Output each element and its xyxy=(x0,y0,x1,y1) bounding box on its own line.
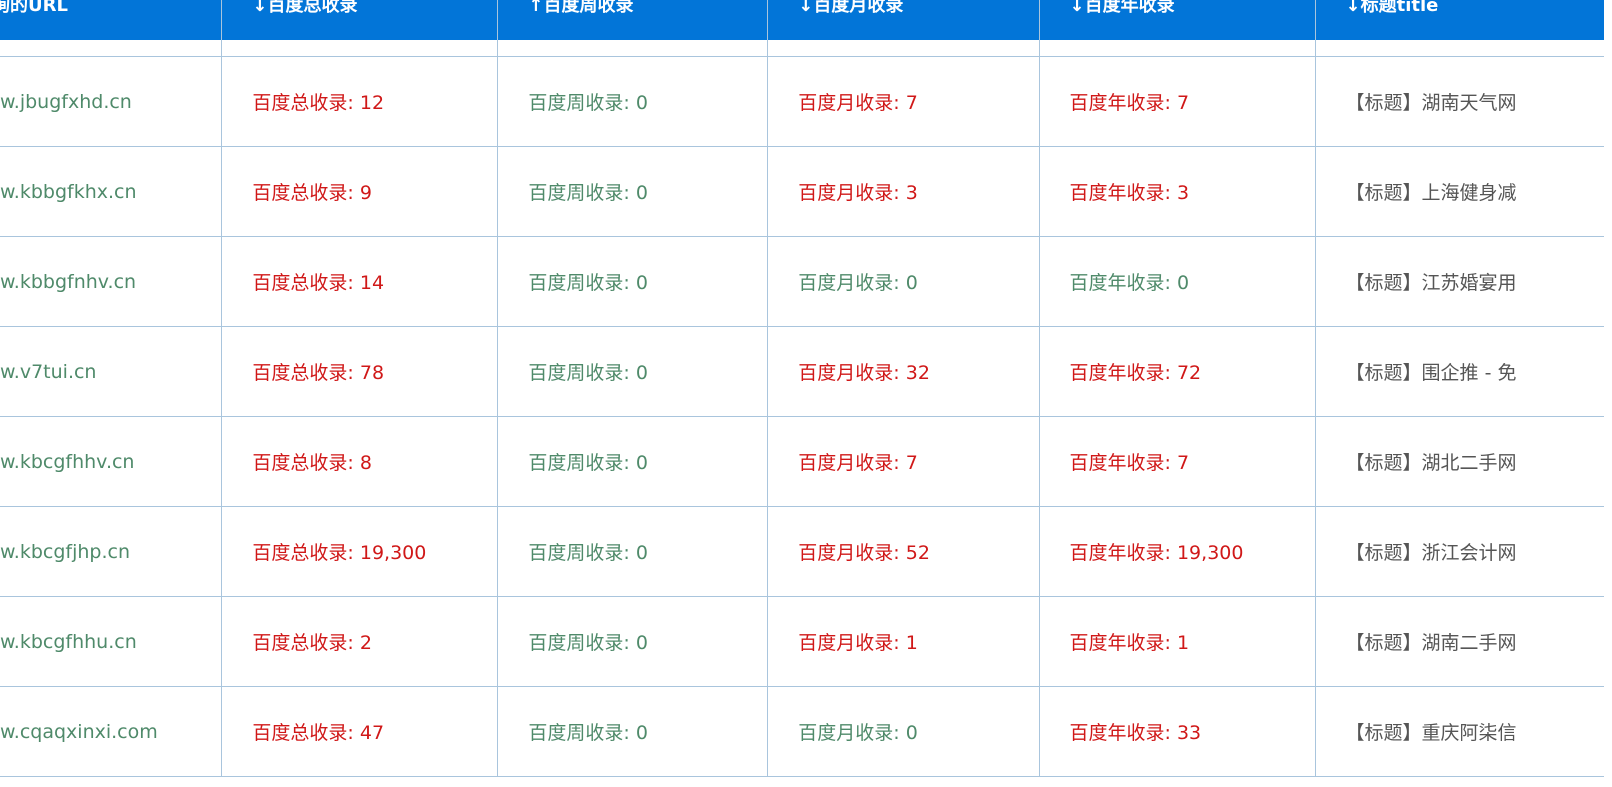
table-row: w.kbcgfhhv.cn 百度总收录: 8 百度周收录: 0 百度月收录: 7 百度年… xyxy=(0,416,1604,507)
month-index-cell: 百度月收录: 7 xyxy=(767,416,1040,507)
week-index-cell: 百度周收录: 0 xyxy=(497,236,768,327)
page-title-cell: 【标题】湖北二手网 xyxy=(1314,416,1604,507)
year-index-cell: 百度年收录: 7 xyxy=(1038,416,1316,507)
month-index-cell: 百度月收录: 32 xyxy=(767,326,1040,417)
page-title-cell: 【标题】围企推 - 免 xyxy=(1314,326,1604,417)
column-header-total-sort[interactable]: ↓百度总收录 xyxy=(221,0,498,40)
results-viewport: 询的URL ↓百度总收录 ↑百度周收录 ↓百度月收录 ↓百度年收录 ↓标题tit… xyxy=(0,0,1612,787)
week-index-cell: 百度周收录: 0 xyxy=(497,416,768,507)
year-index-cell: 百度年收录: 0 xyxy=(1038,236,1316,327)
page-title-cell: 【标题】重庆阿柒信 xyxy=(1314,686,1604,777)
total-index-cell: 百度总收录: 47 xyxy=(221,686,498,777)
page-title-cell: 【标题】湖南天气网 xyxy=(1314,56,1604,147)
week-index-cell: 百度周收录: 0 xyxy=(497,56,768,147)
year-index-cell: 百度年收录: 3 xyxy=(1038,146,1316,237)
total-index-cell: 百度总收录: 78 xyxy=(221,326,498,417)
month-index-cell: 百度月收录: 3 xyxy=(767,146,1040,237)
month-index-cell: 百度月收录: 7 xyxy=(767,56,1040,147)
column-header-week-label: ↑百度周收录 xyxy=(528,0,634,16)
week-index-cell: 百度周收录: 0 xyxy=(497,596,768,687)
week-index-cell: 百度周收录: 0 xyxy=(497,146,768,237)
month-index-cell: 百度月收录: 1 xyxy=(767,596,1040,687)
week-index-cell: 百度周收录: 0 xyxy=(497,506,768,597)
year-index-cell: 百度年收录: 7 xyxy=(1038,56,1316,147)
week-index-cell: 百度周收录: 0 xyxy=(497,686,768,777)
table-row: w.jbugfxhd.cn 百度总收录: 12 百度周收录: 0 百度月收录: 7 百度… xyxy=(0,56,1604,147)
spacer-cell xyxy=(497,40,768,57)
url-cell[interactable]: w.kbcgfhhu.cn xyxy=(0,596,222,687)
table-row: w.kbcgfhhu.cn 百度总收录: 2 百度周收录: 0 百度月收录: 1 百度年… xyxy=(0,596,1604,687)
year-index-cell: 百度年收录: 1 xyxy=(1038,596,1316,687)
year-index-cell: 百度年收录: 72 xyxy=(1038,326,1316,417)
page-title-cell: 【标题】浙江会计网 xyxy=(1314,506,1604,597)
spacer-cell xyxy=(1314,40,1604,57)
total-index-cell: 百度总收录: 19,300 xyxy=(221,506,498,597)
url-cell[interactable]: w.kbcgfhhv.cn xyxy=(0,416,222,507)
total-index-cell: 百度总收录: 12 xyxy=(221,56,498,147)
url-cell[interactable]: w.kbbgfkhx.cn xyxy=(0,146,222,237)
month-index-cell: 百度月收录: 0 xyxy=(767,236,1040,327)
total-index-cell: 百度总收录: 8 xyxy=(221,416,498,507)
column-header-year-sort[interactable]: ↓百度年收录 xyxy=(1038,0,1316,40)
table-row: w.v7tui.cn 百度总收录: 78 百度周收录: 0 百度月收录: 32 百度年收… xyxy=(0,326,1604,417)
column-header-month-sort[interactable]: ↓百度月收录 xyxy=(767,0,1040,40)
table-header-row: 询的URL ↓百度总收录 ↑百度周收录 ↓百度月收录 ↓百度年收录 ↓标题tit… xyxy=(0,0,1604,40)
column-header-week-sort[interactable]: ↑百度周收录 xyxy=(497,0,768,40)
spacer-cell xyxy=(0,40,222,57)
page-title-cell: 【标题】江苏婚宴用 xyxy=(1314,236,1604,327)
spacer-cell xyxy=(221,40,498,57)
total-index-cell: 百度总收录: 14 xyxy=(221,236,498,327)
column-header-url[interactable]: 询的URL xyxy=(0,0,222,40)
url-cell[interactable]: w.v7tui.cn xyxy=(0,326,222,417)
year-index-cell: 百度年收录: 19,300 xyxy=(1038,506,1316,597)
url-cell[interactable]: w.cqaqxinxi.com xyxy=(0,686,222,777)
month-index-cell: 百度月收录: 52 xyxy=(767,506,1040,597)
table-row: w.cqaqxinxi.com 百度总收录: 47 百度周收录: 0 百度月收录: 0… xyxy=(0,686,1604,777)
table-row: w.kbcgfjhp.cn 百度总收录: 19,300 百度周收录: 0 百度月收录:… xyxy=(0,506,1604,597)
total-index-cell: 百度总收录: 9 xyxy=(221,146,498,237)
table-row: w.kbbgfnhv.cn 百度总收录: 14 百度周收录: 0 百度月收录: 0 百度… xyxy=(0,236,1604,327)
column-header-year-label: ↓百度年收录 xyxy=(1069,0,1175,16)
week-index-cell: 百度周收录: 0 xyxy=(497,326,768,417)
url-cell[interactable]: w.kbcgfjhp.cn xyxy=(0,506,222,597)
index-results-table: 询的URL ↓百度总收录 ↑百度周收录 ↓百度月收录 ↓百度年收录 ↓标题tit… xyxy=(0,0,1604,777)
page-title-cell: 【标题】湖南二手网 xyxy=(1314,596,1604,687)
header-spacer-row xyxy=(0,40,1604,57)
spacer-cell xyxy=(1038,40,1316,57)
column-header-title-label: ↓标题title xyxy=(1345,0,1439,16)
column-header-total-label: ↓百度总收录 xyxy=(252,0,358,16)
year-index-cell: 百度年收录: 33 xyxy=(1038,686,1316,777)
table-row: w.kbbgfkhx.cn 百度总收录: 9 百度周收录: 0 百度月收录: 3 百度年… xyxy=(0,146,1604,237)
url-cell[interactable]: w.jbugfxhd.cn xyxy=(0,56,222,147)
column-header-month-label: ↓百度月收录 xyxy=(798,0,904,16)
total-index-cell: 百度总收录: 2 xyxy=(221,596,498,687)
month-index-cell: 百度月收录: 0 xyxy=(767,686,1040,777)
column-header-title-sort[interactable]: ↓标题title xyxy=(1314,0,1604,40)
spacer-cell xyxy=(767,40,1040,57)
url-cell[interactable]: w.kbbgfnhv.cn xyxy=(0,236,222,327)
column-header-url-label: 询的URL xyxy=(0,0,68,16)
page-title-cell: 【标题】上海健身减 xyxy=(1314,146,1604,237)
